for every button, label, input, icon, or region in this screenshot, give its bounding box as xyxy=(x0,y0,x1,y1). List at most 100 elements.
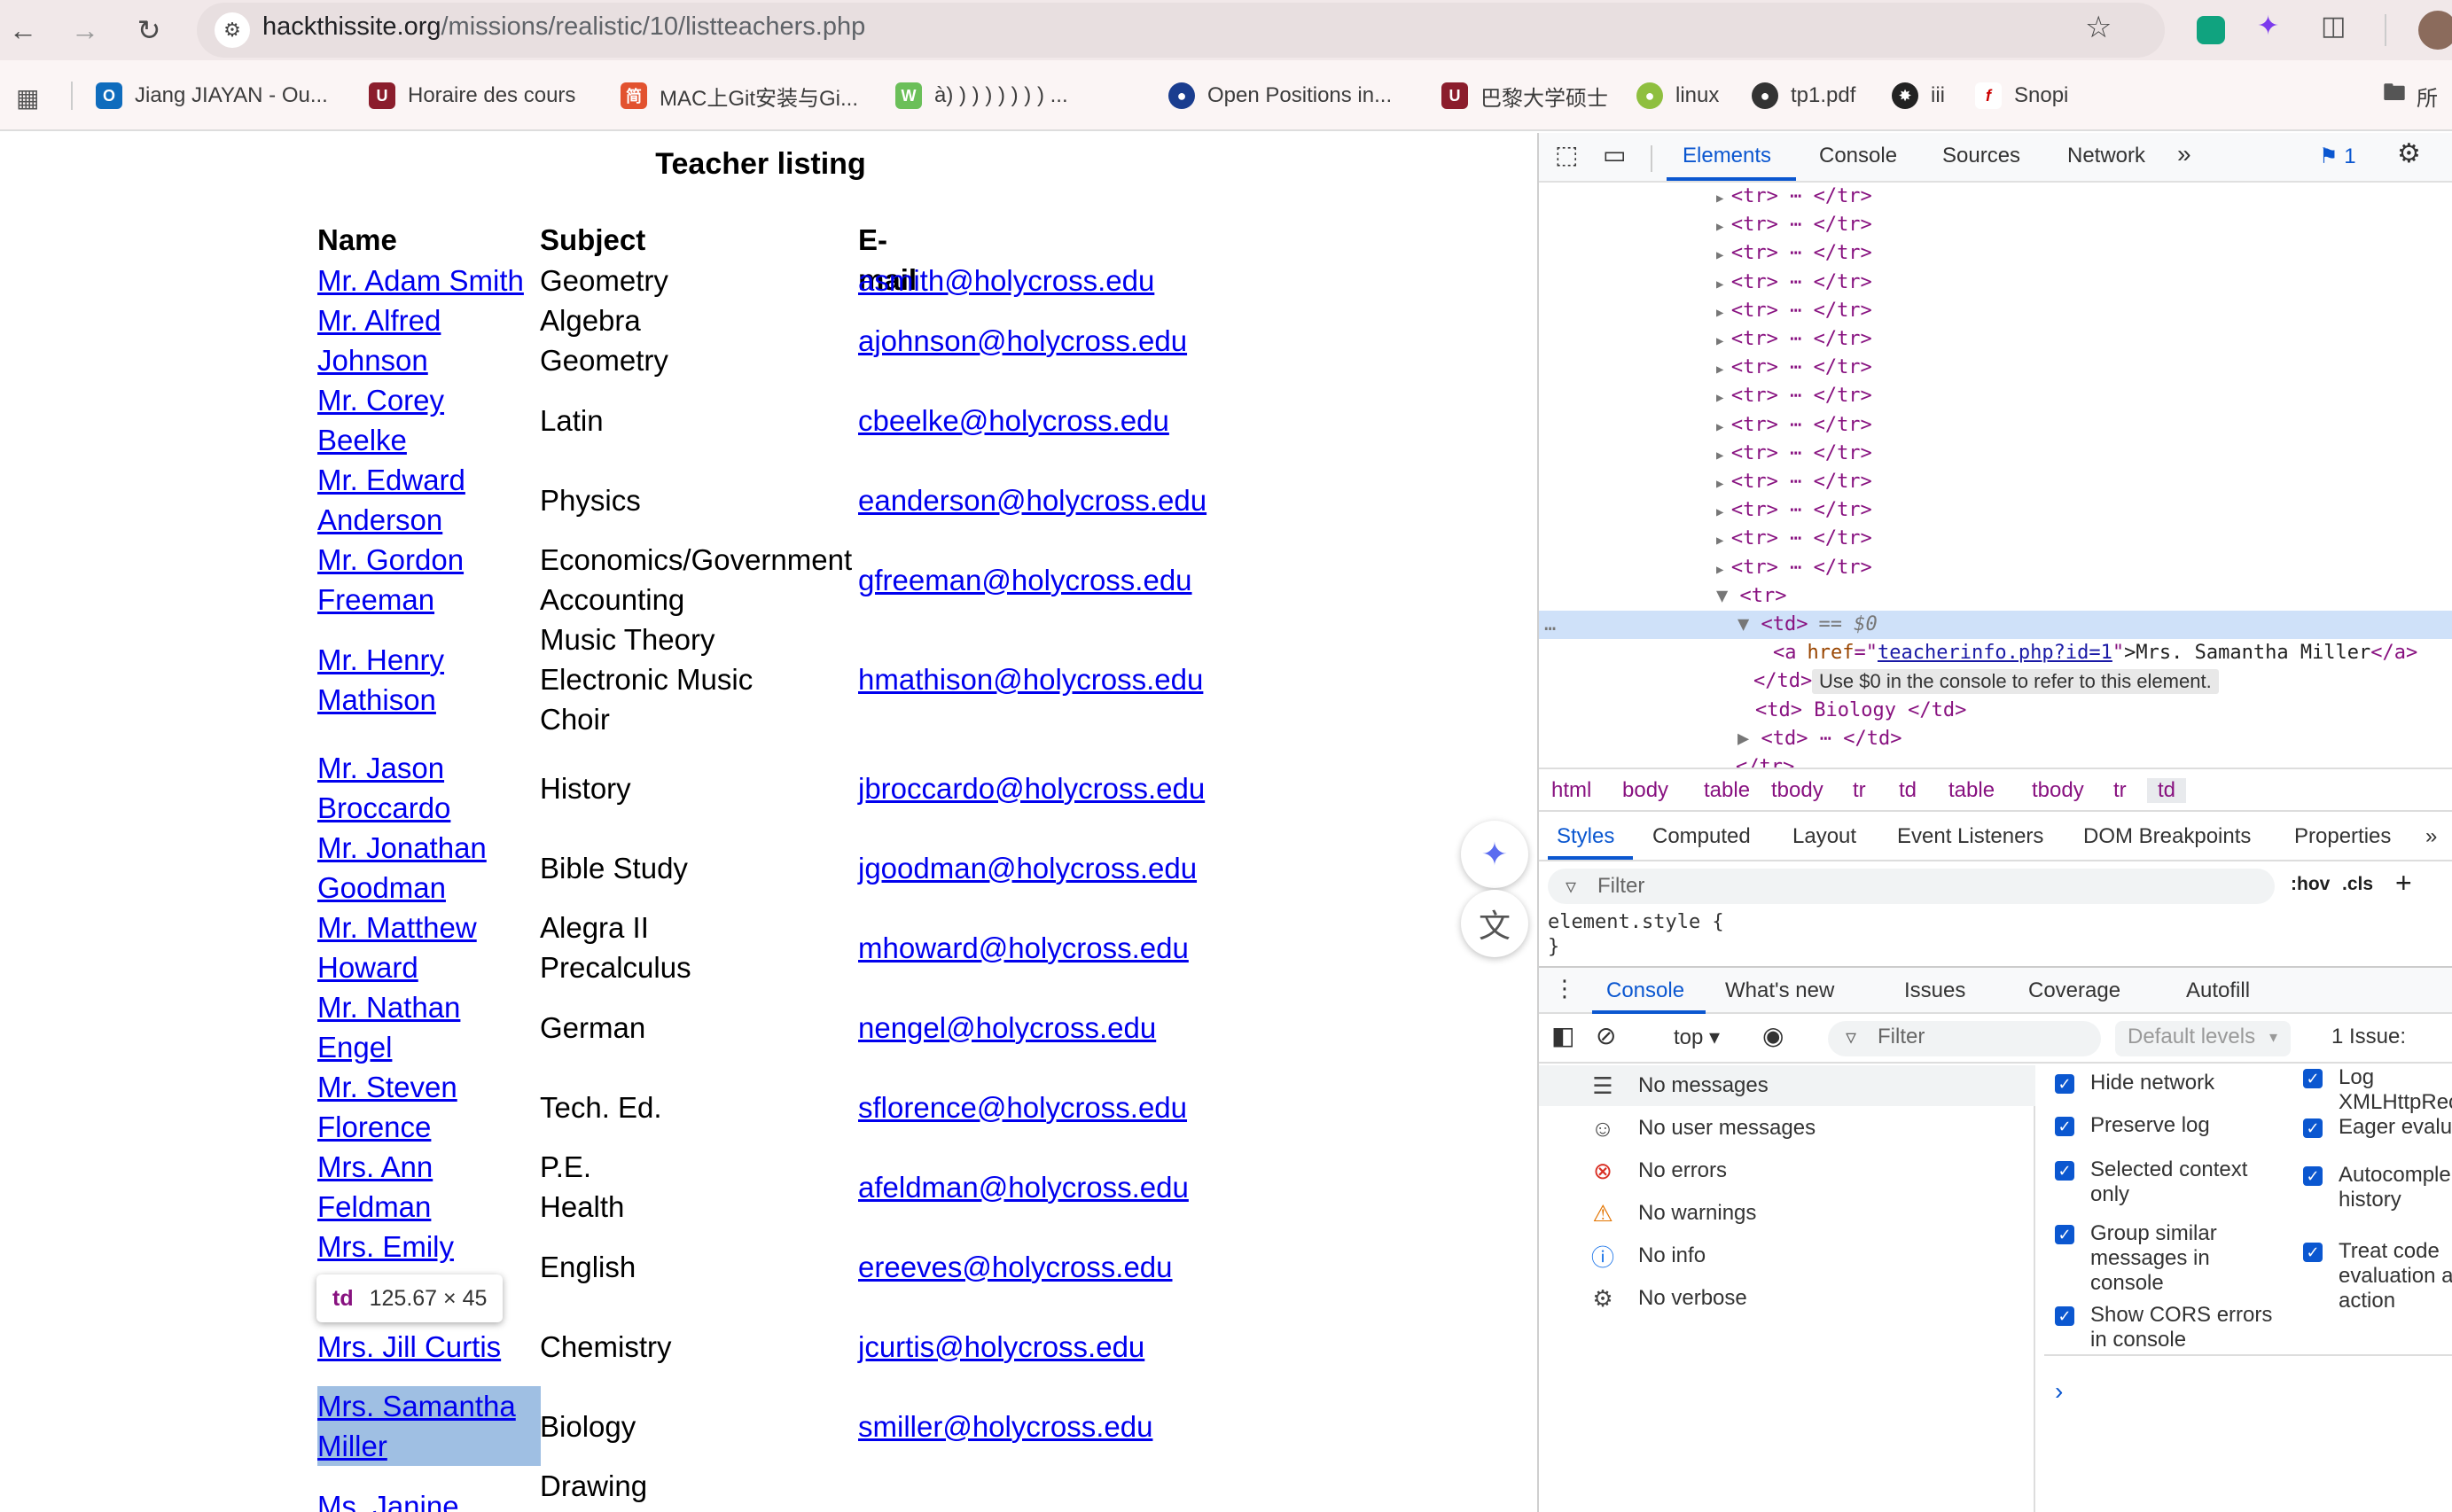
email-link[interactable]: sflorence@holycross.edu xyxy=(858,1087,1187,1127)
dom-collapsed-row[interactable]: ▶ <tr> ⋯ </tr> xyxy=(1539,297,2452,325)
dom-td-collapsed[interactable]: ▶ <td> ⋯ </td> xyxy=(1539,725,2452,753)
email-link[interactable]: smiller@holycross.edu xyxy=(858,1407,1152,1446)
teacher-name-link[interactable]: Ms. Janine Larson xyxy=(317,1486,541,1512)
teacher-name-link[interactable]: Mr. Steven Florence xyxy=(317,1067,541,1147)
console-setting-checkbox[interactable]: ✓ Preserve log xyxy=(2055,1113,2285,1138)
breadcrumb-item[interactable]: html xyxy=(1551,778,1591,803)
teacher-name-link[interactable]: Mrs. Samantha Miller xyxy=(317,1386,541,1466)
console-filter-item[interactable]: ⓘ No info xyxy=(1539,1235,2035,1276)
expand-triangle-icon[interactable]: ▶ xyxy=(1716,191,1731,206)
breadcrumb-item[interactable]: tbody xyxy=(2032,778,2084,803)
tab-sources[interactable]: Sources xyxy=(1942,144,2020,168)
console-setting-checkbox[interactable]: ✓ Hide network xyxy=(2055,1071,2285,1095)
dom-collapsed-row[interactable]: ▶ <tr> ⋯ </tr> xyxy=(1539,183,2452,211)
dom-collapsed-row[interactable]: ▶ <tr> ⋯ </tr> xyxy=(1539,496,2452,525)
dom-collapsed-row[interactable]: ▶ <tr> ⋯ </tr> xyxy=(1539,554,2452,582)
dom-collapsed-row[interactable]: ▶ <tr> ⋯ </tr> xyxy=(1539,354,2452,382)
new-style-rule-icon[interactable]: + xyxy=(2395,867,2412,900)
device-toolbar-icon[interactable]: ▭ xyxy=(1603,140,1626,169)
drawer-tab-autofill[interactable]: Autofill xyxy=(2186,978,2250,1003)
console-filter-item[interactable]: ⊗ No errors xyxy=(1539,1150,2035,1191)
bookmark-item[interactable]: Wà) ) ) ) ) ) ) ) ... xyxy=(895,78,1068,113)
email-link[interactable]: eanderson@holycross.edu xyxy=(858,480,1206,520)
dom-collapsed-row[interactable]: ▶ <tr> ⋯ </tr> xyxy=(1539,525,2452,553)
console-setting-checkbox[interactable]: ✓ Eager evalu xyxy=(2303,1115,2452,1140)
dom-collapsed-row[interactable]: ▶ <tr> ⋯ </tr> xyxy=(1539,325,2452,354)
teacher-name-link[interactable]: Mr. Jason Broccardo xyxy=(317,748,541,828)
element-style-rule[interactable]: element.style { xyxy=(1548,911,1724,933)
more-subtabs-chevron-icon[interactable]: » xyxy=(2425,824,2437,849)
console-prompt-icon[interactable]: › xyxy=(2055,1377,2063,1406)
expand-triangle-icon[interactable]: ▶ xyxy=(1716,334,1731,348)
email-link[interactable]: cbeelke@holycross.edu xyxy=(858,401,1169,440)
dom-anchor-line[interactable]: <a href="teacherinfo.php?id=1">Mrs. Saman… xyxy=(1539,639,2452,667)
subtab-event-listeners[interactable]: Event Listeners xyxy=(1897,824,2043,849)
sparkle-extension-icon[interactable]: ✦ xyxy=(2257,11,2279,42)
profile-avatar[interactable] xyxy=(2418,11,2452,50)
teacher-name-link[interactable]: Mr. Henry Mathison xyxy=(317,640,541,720)
drawer-tab-coverage[interactable]: Coverage xyxy=(2028,978,2120,1003)
extensions-puzzle-icon[interactable]: ◫ xyxy=(2321,11,2346,42)
dom-more-dots[interactable]: … xyxy=(1544,611,1556,639)
console-setting-checkbox[interactable]: ✓ Show CORS errors in console xyxy=(2055,1303,2285,1352)
dom-collapsed-row[interactable]: ▶ <tr> ⋯ </tr> xyxy=(1539,411,2452,440)
email-link[interactable]: jbroccardo@holycross.edu xyxy=(858,768,1205,808)
more-tabs-chevron-icon[interactable]: » xyxy=(2177,140,2191,168)
drawer-tab-whats-new[interactable]: What's new xyxy=(1725,978,1834,1003)
console-filter-item[interactable]: ☺ No user messages xyxy=(1539,1108,2035,1149)
tab-network[interactable]: Network xyxy=(2067,144,2145,168)
url-text[interactable]: hackthissite.org/missions/realistic/10/l… xyxy=(262,12,865,42)
breadcrumb-item[interactable]: table xyxy=(1704,778,1750,803)
inspect-element-icon[interactable]: ⬚ xyxy=(1555,140,1578,169)
ai-sparkle-icon[interactable]: ✦ xyxy=(1461,821,1528,888)
console-setting-checkbox[interactable]: ✓ Autocomple history xyxy=(2303,1163,2452,1212)
teacher-name-link[interactable]: Mr. Adam Smith xyxy=(317,261,524,300)
bookmark-item[interactable]: ● linux xyxy=(1636,78,1719,113)
live-expression-eye-icon[interactable]: ◉ xyxy=(1762,1021,1784,1050)
forward-arrow-icon[interactable]: → xyxy=(67,12,103,48)
dom-collapsed-row[interactable]: ▶ <tr> ⋯ </tr> xyxy=(1539,440,2452,468)
translate-icon[interactable]: 文 xyxy=(1461,890,1528,957)
expand-triangle-icon[interactable]: ▶ xyxy=(1716,362,1731,377)
teacher-name-link[interactable]: Mr. Jonathan Goodman xyxy=(317,828,541,908)
styles-filter-input[interactable] xyxy=(1548,869,2275,904)
console-setting-checkbox[interactable]: ✓ Treat code evaluation a action xyxy=(2303,1239,2452,1313)
teacher-name-link[interactable]: Mrs. Ann Feldman xyxy=(317,1147,541,1227)
subtab-properties[interactable]: Properties xyxy=(2294,824,2391,849)
expand-triangle-icon[interactable]: ▶ xyxy=(1716,477,1731,491)
dom-collapsed-row[interactable]: ▶ <tr> ⋯ </tr> xyxy=(1539,382,2452,410)
console-setting-checkbox[interactable]: ✓ Selected context only xyxy=(2055,1157,2285,1207)
breadcrumb-item[interactable]: td xyxy=(1899,778,1917,803)
expand-triangle-icon[interactable]: ▶ xyxy=(1716,277,1731,292)
tab-elements[interactable]: Elements xyxy=(1683,144,1771,168)
sidebar-toggle-icon[interactable]: ◧ xyxy=(1551,1021,1574,1050)
subtab-styles[interactable]: Styles xyxy=(1557,824,1614,849)
expand-triangle-icon[interactable]: ▶ xyxy=(1716,220,1731,234)
breadcrumb-item[interactable]: body xyxy=(1622,778,1668,803)
teacher-name-link[interactable]: Mrs. Jill Curtis xyxy=(317,1327,501,1367)
email-link[interactable]: afeldman@holycross.edu xyxy=(858,1167,1189,1207)
dom-td-biology[interactable]: <td> Biology </td> xyxy=(1539,697,2452,725)
drawer-tab-issues[interactable]: Issues xyxy=(1904,978,1965,1003)
email-link[interactable]: nengel@holycross.edu xyxy=(858,1008,1156,1048)
issues-count[interactable]: 1 Issue: xyxy=(2331,1025,2406,1049)
email-link[interactable]: ereeves@holycross.edu xyxy=(858,1247,1173,1287)
teacher-name-link[interactable]: Mr. Matthew Howard xyxy=(317,908,541,987)
email-link[interactable]: mhoward@holycross.edu xyxy=(858,928,1189,968)
email-link[interactable]: ajohnson@holycross.edu xyxy=(858,321,1187,361)
dom-tr-open[interactable]: ▼ <tr> xyxy=(1539,582,2452,611)
star-bookmark-icon[interactable]: ☆ xyxy=(2085,10,2112,45)
chatgpt-extension-icon[interactable] xyxy=(2197,16,2225,44)
dom-collapsed-row[interactable]: ▶ <tr> ⋯ </tr> xyxy=(1539,211,2452,239)
bookmark-item[interactable]: U 巴黎大学硕士 xyxy=(1441,78,1608,113)
email-link[interactable]: hmathison@holycross.edu xyxy=(858,659,1203,699)
console-filter-input[interactable] xyxy=(1828,1021,2101,1056)
subtab-layout[interactable]: Layout xyxy=(1792,824,1856,849)
email-link[interactable]: jlarson@holycross.edu xyxy=(858,1506,1154,1512)
dom-collapsed-row[interactable]: ▶ <tr> ⋯ </tr> xyxy=(1539,269,2452,297)
apps-grid-icon[interactable]: ▦ xyxy=(16,83,39,113)
console-setting-checkbox[interactable]: ✓ Log XMLHttpRec xyxy=(2303,1065,2452,1115)
console-setting-checkbox[interactable]: ✓ Group similar messages in console xyxy=(2055,1221,2285,1296)
bookmark-folder[interactable]: 🖿 所 xyxy=(2383,78,2438,113)
dom-collapsed-row[interactable]: ▶ <tr> ⋯ </tr> xyxy=(1539,239,2452,268)
